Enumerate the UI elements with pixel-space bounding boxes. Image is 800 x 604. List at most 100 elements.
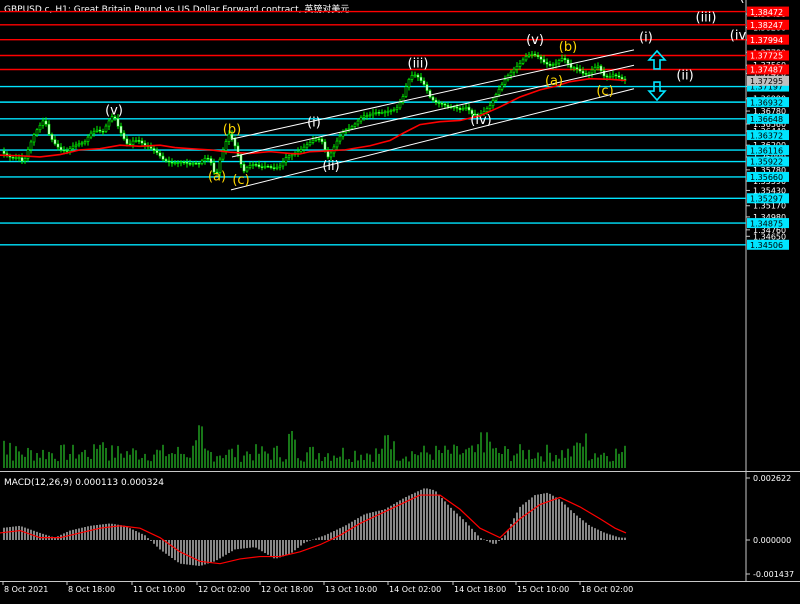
- elliott-wave-label: (v): [526, 33, 544, 48]
- level-price-label: 1.34875: [750, 219, 783, 228]
- candle-body: [419, 76, 423, 82]
- candle-body: [512, 68, 516, 73]
- candle-body: [257, 164, 261, 167]
- candle-body: [50, 133, 54, 140]
- candle-body: [263, 165, 267, 168]
- candle-body: [128, 143, 132, 146]
- candle-body: [182, 161, 186, 164]
- candle-body: [407, 79, 411, 88]
- candle-body: [434, 99, 438, 103]
- candle-body: [392, 109, 396, 111]
- candle-body: [608, 76, 612, 78]
- candle-body: [314, 138, 318, 141]
- candle-body: [524, 56, 528, 61]
- candle-body: [572, 67, 576, 69]
- candle-body: [599, 65, 603, 72]
- candle-body: [302, 146, 306, 150]
- candle-body: [521, 59, 525, 64]
- candle-body: [71, 145, 75, 149]
- candle-body: [179, 161, 183, 164]
- candle-body: [254, 164, 258, 166]
- candle-body: [80, 142, 84, 145]
- candle-body: [119, 125, 123, 134]
- candle-body: [338, 135, 342, 142]
- candle-body: [149, 146, 153, 149]
- candle-body: [422, 80, 426, 85]
- candle-body: [527, 54, 531, 57]
- candle-body: [413, 74, 417, 77]
- candle-body: [209, 158, 213, 164]
- candle-body: [557, 60, 561, 64]
- candle-body: [206, 157, 210, 160]
- level-price-label: 1.37725: [750, 52, 783, 61]
- candle-body: [44, 120, 48, 125]
- candle-body: [143, 142, 147, 146]
- candle-body: [185, 161, 189, 164]
- candle-body: [317, 138, 321, 141]
- chart-canvas[interactable]: GBPUSD.c, H1: Great Britain Pound vs US …: [0, 0, 800, 600]
- candle-body: [485, 108, 489, 112]
- candle-body: [248, 165, 252, 168]
- candle-body: [281, 161, 285, 167]
- candle-body: [260, 166, 264, 168]
- candle-body: [176, 162, 180, 164]
- level-price-label: 1.37994: [750, 36, 783, 45]
- level-price-label: 1.35922: [750, 158, 783, 167]
- candle-body: [269, 166, 273, 168]
- candle-body: [437, 102, 441, 104]
- candle-body: [125, 138, 129, 145]
- candle-body: [530, 53, 534, 56]
- time-tick-label: 14 Oct 18:00: [454, 585, 506, 594]
- candle-body: [131, 140, 135, 145]
- candle-body: [173, 162, 177, 165]
- trading-chart[interactable]: GBPUSD.c, H1: Great Britain Pound vs US …: [0, 0, 800, 600]
- candle-body: [443, 103, 447, 106]
- candle-body: [533, 53, 537, 56]
- level-price-label: 1.38472: [750, 8, 783, 17]
- macd-tick-label: 0.002622: [753, 474, 791, 483]
- elliott-wave-label: (b): [223, 122, 241, 137]
- elliott-wave-label: (c): [596, 84, 613, 99]
- candle-body: [491, 99, 495, 106]
- candle-body: [548, 63, 552, 66]
- elliott-wave-label: (a): [545, 74, 563, 89]
- candle-body: [563, 58, 567, 60]
- candle-body: [26, 149, 30, 159]
- candle-body: [56, 143, 60, 148]
- candle-body: [251, 164, 255, 166]
- candle-body: [194, 162, 198, 165]
- level-price-label: 1.38247: [750, 21, 783, 30]
- candle-body: [362, 115, 366, 118]
- candle-body: [86, 136, 90, 142]
- candle-body: [59, 146, 63, 151]
- candle-body: [341, 132, 345, 137]
- candle-body: [38, 125, 42, 131]
- candle-body: [89, 132, 93, 138]
- candle-body: [560, 58, 564, 61]
- candle-body: [464, 106, 468, 109]
- macd-tick-label: 0.000000: [753, 536, 791, 545]
- candle-body: [284, 157, 288, 163]
- candle-body: [278, 165, 282, 168]
- candle-body: [467, 106, 471, 111]
- candle-body: [296, 151, 300, 154]
- candle-body: [2, 150, 6, 154]
- candle-body: [455, 106, 459, 109]
- candle-body: [389, 110, 393, 112]
- candle-body: [68, 148, 72, 151]
- candle-body: [134, 140, 138, 142]
- candle-body: [107, 120, 111, 127]
- time-tick-label: 13 Oct 10:00: [325, 585, 377, 594]
- candle-body: [461, 108, 465, 110]
- candle-body: [446, 104, 450, 108]
- candle-body: [161, 155, 165, 160]
- elliott-wave-label: (iii): [696, 11, 717, 26]
- candle-body: [416, 74, 420, 78]
- level-price-label: 1.34506: [750, 241, 783, 250]
- candle-body: [347, 127, 351, 131]
- candle-body: [536, 54, 540, 58]
- candle-body: [200, 160, 204, 164]
- candle-body: [368, 114, 372, 117]
- candle-body: [410, 75, 414, 80]
- candle-body: [518, 63, 522, 67]
